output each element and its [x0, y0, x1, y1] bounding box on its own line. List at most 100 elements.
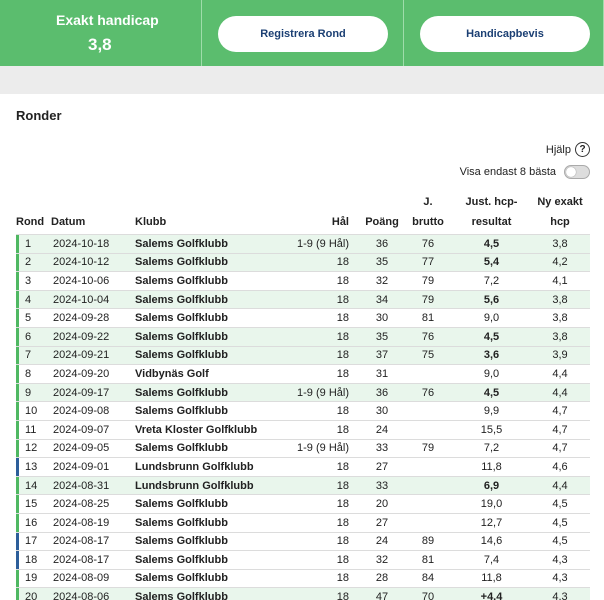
handicap-certificate-button[interactable]: Handicapbevis	[420, 16, 590, 52]
table-row[interactable]: 6 2024-09-22 Salems Golfklubb 18 35 76 4,5 3,8	[16, 326, 590, 347]
row-rond-number: 3	[25, 274, 32, 287]
row-datum: 2024-08-25	[51, 494, 135, 514]
row-ny: 3,9	[530, 345, 590, 365]
table-row[interactable]: 20 2024-08-06 Salems Golfklubb 18 47 70 +4,4 4,…	[16, 587, 590, 600]
table-row[interactable]: 7 2024-09-21 Salems Golfklubb 18 37 75 3,6 3,9	[16, 345, 590, 365]
table-row[interactable]: 11 2024-09-07 Vreta Kloster Golfklubb 18 24 1…	[16, 419, 590, 440]
table-row[interactable]: 5 2024-09-28 Salems Golfklubb 18 30 81 9,0 3,8	[16, 308, 590, 328]
table-row[interactable]: 12 2024-09-05 Salems Golfklubb 1-9 (9 Hål) 3…	[16, 438, 590, 458]
row-klubb: Lundsbrunn Golfklubb	[135, 457, 285, 477]
table-row[interactable]: 15 2024-08-25 Salems Golfklubb 18 20 19,0 4,5	[16, 494, 590, 514]
row-klubb: Salems Golfklubb	[135, 289, 285, 309]
row-rond: 3	[16, 271, 51, 291]
row-rond-number: 9	[25, 386, 32, 399]
row-just: 3,6	[453, 345, 530, 365]
round-status-bar	[16, 309, 19, 327]
header-klubb: Klubb	[135, 216, 167, 228]
row-poang: 30	[361, 308, 403, 328]
table-row[interactable]: 19 2024-08-09 Salems Golfklubb 18 28 84 11,8 4,…	[16, 568, 590, 588]
header-ny-line1: Ny exakt	[537, 196, 583, 208]
round-status-bar	[16, 290, 19, 309]
round-status-bar	[16, 588, 19, 600]
row-poang: 35	[361, 326, 403, 347]
table-row[interactable]: 9 2024-09-17 Salems Golfklubb 1-9 (9 Hål) 36…	[16, 382, 590, 402]
row-poang: 27	[361, 512, 403, 532]
row-rond: 11	[16, 419, 51, 440]
row-rond: 1	[16, 234, 51, 254]
header-datum: Datum	[51, 216, 86, 228]
row-ny: 4,1	[530, 271, 590, 291]
row-just: 15,5	[453, 419, 530, 440]
best-eight-toggle[interactable]	[564, 165, 590, 179]
row-hal: 18	[285, 419, 361, 440]
row-datum: 2024-09-07	[51, 419, 135, 440]
row-poang: 20	[361, 494, 403, 514]
row-poang: 30	[361, 401, 403, 421]
header-ny-line2: hcp	[550, 216, 570, 228]
row-datum: 2024-08-06	[51, 587, 135, 600]
round-status-bar	[16, 402, 19, 420]
round-status-bar	[16, 253, 19, 272]
row-brutto: 79	[403, 289, 453, 309]
row-klubb: Salems Golfklubb	[135, 252, 285, 272]
row-brutto: 81	[403, 550, 453, 570]
register-round-button[interactable]: Registrera Rond	[218, 16, 388, 52]
row-brutto: 76	[403, 382, 453, 402]
round-status-bar	[16, 420, 19, 439]
row-ny: 4,7	[530, 419, 590, 440]
table-row[interactable]: 13 2024-09-01 Lundsbrunn Golfklubb 18 27 11,8…	[16, 457, 590, 477]
row-klubb: Salems Golfklubb	[135, 326, 285, 347]
row-rond: 15	[16, 494, 51, 514]
row-hal: 18	[285, 345, 361, 365]
row-datum: 2024-10-18	[51, 234, 135, 254]
row-poang: 24	[361, 531, 403, 551]
table-row[interactable]: 10 2024-09-08 Salems Golfklubb 18 30 9,9 4,7	[16, 401, 590, 421]
table-row[interactable]: 17 2024-08-17 Salems Golfklubb 18 24 89 14,6 4,…	[16, 531, 590, 551]
row-ny: 4,5	[530, 494, 590, 514]
row-rond: 10	[16, 401, 51, 421]
row-klubb: Vreta Kloster Golfklubb	[135, 419, 285, 440]
table-row[interactable]: 16 2024-08-19 Salems Golfklubb 18 27 12,7 4,5	[16, 512, 590, 532]
table-row[interactable]: 3 2024-10-06 Salems Golfklubb 18 32 79 7,2 4,1	[16, 271, 590, 291]
row-just: 9,0	[453, 364, 530, 384]
row-just: 4,5	[453, 234, 530, 254]
row-klubb: Salems Golfklubb	[135, 494, 285, 514]
table-row[interactable]: 18 2024-08-17 Salems Golfklubb 18 32 81 7,4 4,3	[16, 550, 590, 570]
exact-handicap-title: Exakt handicap	[56, 12, 159, 28]
help-link[interactable]: Hjälp ?	[546, 142, 590, 157]
row-ny: 4,2	[530, 252, 590, 272]
row-datum: 2024-09-17	[51, 382, 135, 402]
row-hal: 18	[285, 457, 361, 477]
row-hal: 18	[285, 252, 361, 272]
row-ny: 4,3	[530, 568, 590, 588]
row-poang: 33	[361, 438, 403, 458]
row-just: 7,2	[453, 438, 530, 458]
register-round-cell: Registrera Rond	[202, 0, 404, 66]
row-datum: 2024-08-17	[51, 531, 135, 551]
row-rond-number: 2	[25, 256, 32, 269]
row-just: 12,7	[453, 512, 530, 532]
row-rond-number: 4	[25, 293, 32, 306]
row-klubb: Salems Golfklubb	[135, 401, 285, 421]
header-just-line2: resultat	[471, 216, 512, 228]
row-hal: 18	[285, 512, 361, 532]
row-just: 5,6	[453, 289, 530, 309]
round-status-bar	[16, 383, 19, 402]
table-row[interactable]: 4 2024-10-04 Salems Golfklubb 18 34 79 5,6 3,8	[16, 289, 590, 309]
table-row[interactable]: 2 2024-10-12 Salems Golfklubb 18 35 77 5,4 4,2	[16, 252, 590, 272]
section-title: Ronder	[16, 108, 62, 123]
table-row[interactable]: 1 2024-10-18 Salems Golfklubb 1-9 (9 Hål) 36…	[16, 234, 590, 254]
handicap-header: Exakt handicap 3,8 Registrera Rond Handi…	[0, 0, 604, 66]
row-rond-number: 10	[25, 405, 38, 418]
row-datum: 2024-09-01	[51, 457, 135, 477]
table-row[interactable]: 14 2024-08-31 Lundsbrunn Golfklubb 18 33 6,9 4…	[16, 475, 590, 495]
row-just: 11,8	[453, 568, 530, 588]
row-just: 6,9	[453, 475, 530, 495]
row-rond: 14	[16, 475, 51, 495]
header-rond: Rond	[16, 216, 45, 228]
round-status-bar	[16, 235, 19, 253]
row-poang: 32	[361, 271, 403, 291]
exact-handicap-value: 3,8	[88, 35, 112, 54]
table-row[interactable]: 8 2024-09-20 Vidbynäs Golf 18 31 9,0 4,4	[16, 364, 590, 384]
row-datum: 2024-09-05	[51, 438, 135, 458]
